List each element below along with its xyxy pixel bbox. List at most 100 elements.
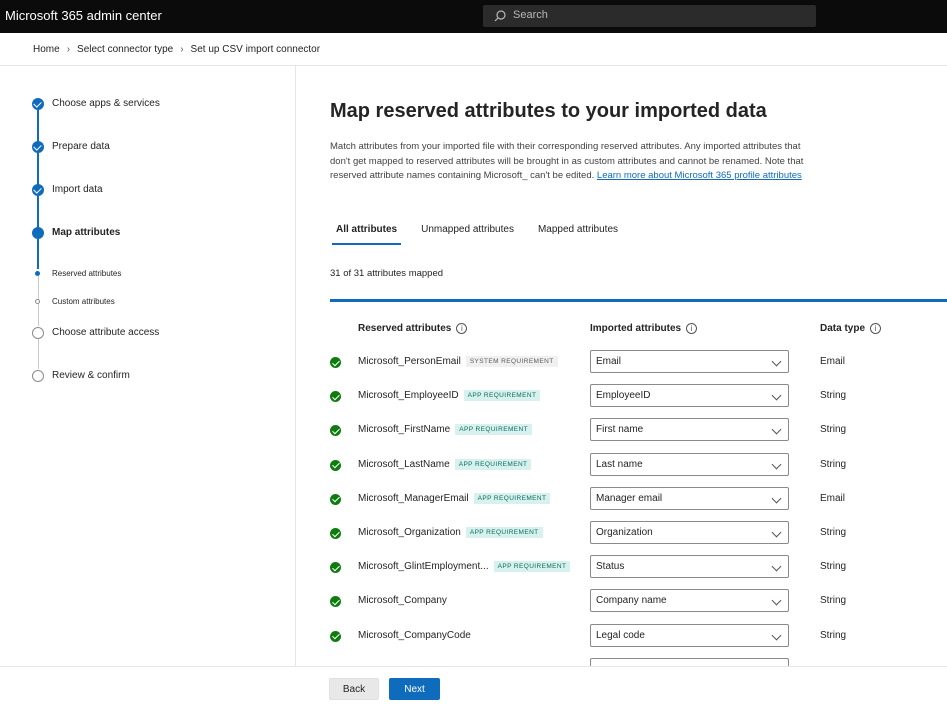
data-type: String [820, 629, 847, 641]
mapped-check-icon [330, 459, 341, 471]
imported-attribute-select[interactable]: Email [590, 350, 789, 373]
info-icon[interactable]: i [686, 323, 698, 334]
reserved-attribute: Microsoft_EmployeeID APP REQUIREMENT [358, 390, 541, 402]
step-connector [37, 153, 39, 185]
chevron-down-icon [771, 459, 782, 470]
current-step-icon [32, 227, 44, 239]
table-row: Microsoft_PersonEmail SYSTEM REQUIREMENT E… [296, 346, 947, 380]
data-type: String [820, 458, 847, 470]
mapped-check-icon [330, 357, 341, 368]
table-row: Microsoft_Organization APP REQUIREMENT Org… [296, 517, 947, 551]
column-header-label: Data type [820, 323, 866, 334]
imported-attribute-select[interactable]: First name [590, 418, 789, 442]
chevron-down-icon [771, 561, 782, 572]
reserved-attribute: Microsoft_FirstName APP REQUIREMENT [358, 424, 532, 436]
reserved-attribute: Microsoft_Organization APP REQUIREMENT [358, 527, 543, 538]
requirement-badge: APP REQUIREMENT [473, 492, 551, 504]
search-icon [494, 10, 506, 22]
step-connector [37, 196, 39, 228]
breadcrumb-select-connector[interactable]: Select connector type [77, 44, 173, 55]
mapped-check-icon [330, 528, 341, 539]
data-type: String [820, 390, 847, 402]
chevron-right-icon: › [180, 44, 184, 55]
column-header-reserved[interactable]: Reserved attributes i [358, 323, 468, 334]
requirement-badge: APP REQUIREMENT [463, 390, 541, 402]
reserved-attribute-name: Microsoft_ManagerEmail [358, 492, 469, 504]
table-row: Microsoft_ManagerEmail APP REQUIREMENT Man… [296, 483, 947, 517]
next-button[interactable]: Next [389, 678, 440, 700]
select-value: Organization [596, 527, 653, 538]
app-title[interactable]: Microsoft 365 admin center [5, 8, 162, 23]
mapped-count: 31 of 31 attributes mapped [330, 268, 444, 279]
breadcrumb-home[interactable]: Home [33, 44, 60, 55]
requirement-badge: APP REQUIREMENT [455, 424, 532, 436]
step-connector [38, 339, 39, 369]
step-label: Import data [52, 184, 103, 195]
attribute-tabs: All attributes Unmapped attributes Mappe… [330, 224, 636, 245]
table-row: Microsoft_Company Company name String [296, 585, 947, 619]
reserved-attribute-name: Microsoft_Company [358, 595, 447, 607]
info-icon[interactable]: i [870, 323, 882, 334]
requirement-badge: SYSTEM REQUIREMENT [465, 356, 558, 367]
page-title: Map reserved attributes to your imported… [330, 100, 767, 122]
reserved-attribute: Microsoft_GlintEmployment... APP REQUIREM… [358, 561, 571, 573]
search-input[interactable]: Search [513, 9, 548, 21]
empty-circle-icon [32, 327, 44, 339]
mapped-check-icon [330, 562, 341, 574]
data-type: String [820, 595, 847, 607]
imported-attribute-select[interactable]: Manager email [590, 486, 789, 510]
step-connector [38, 304, 39, 326]
chevron-down-icon [771, 390, 782, 401]
mapped-check-icon [330, 630, 341, 642]
tab-unmapped-attributes[interactable]: Unmapped attributes [415, 224, 514, 241]
reserved-attribute: Microsoft_PersonEmail SYSTEM REQUIREMENT [358, 356, 558, 367]
data-type: Email [820, 492, 846, 504]
reserved-attribute-name: Microsoft_FirstName [358, 424, 451, 436]
reserved-attribute-name: Microsoft_CompanyCode [358, 629, 471, 641]
mapped-check-icon [330, 391, 341, 403]
column-header-imported[interactable]: Imported attributes i [590, 323, 698, 334]
checkmark-icon [32, 184, 44, 196]
imported-attribute-select[interactable]: Legal code [590, 623, 789, 647]
chevron-down-icon [771, 527, 782, 538]
table-row: Microsoft_FirstName APP REQUIREMENT First … [296, 414, 947, 448]
reserved-attribute: Microsoft_LastName APP REQUIREMENT [358, 458, 532, 470]
substep-reserved-attributes[interactable]: Reserved attributes [52, 269, 121, 278]
column-header-type[interactable]: Data type i [820, 323, 882, 334]
empty-circle-icon [32, 370, 44, 382]
step-connector [37, 110, 39, 142]
select-value: Manager email [596, 492, 663, 504]
imported-attribute-select[interactable]: Last name [590, 452, 789, 476]
imported-attribute-select[interactable]: Organization [590, 521, 789, 544]
reserved-attribute: Microsoft_ManagerEmail APP REQUIREMENT [358, 492, 551, 504]
imported-attribute-select[interactable]: Company name [590, 589, 789, 613]
imported-attribute-select[interactable]: Status [590, 555, 789, 579]
search-box[interactable]: Search [483, 5, 816, 27]
step-label: Choose attribute access [52, 327, 160, 338]
step-label: Review & confirm [52, 370, 130, 381]
mapped-check-icon [330, 596, 341, 608]
chevron-down-icon [771, 424, 782, 435]
step-connector [37, 239, 39, 269]
tab-mapped-attributes[interactable]: Mapped attributes [532, 224, 618, 241]
chevron-down-icon [771, 356, 782, 367]
step-label: Choose apps & services [52, 98, 160, 109]
substep-dot-icon [35, 271, 40, 276]
wizard-footer: Back Next [0, 666, 947, 705]
checkmark-icon [32, 141, 44, 153]
chevron-down-icon [771, 630, 782, 641]
data-type: Email [820, 356, 846, 367]
column-header-label: Reserved attributes [358, 323, 452, 334]
reserved-attribute-name: Microsoft_Organization [358, 527, 461, 538]
tab-all-attributes[interactable]: All attributes [330, 224, 402, 245]
substep-custom-attributes[interactable]: Custom attributes [52, 297, 115, 306]
info-icon[interactable]: i [456, 323, 468, 334]
back-button[interactable]: Back [329, 678, 379, 700]
step-label: Map attributes [52, 227, 121, 238]
imported-attribute-select[interactable]: EmployeeID [590, 384, 789, 408]
table-row: Microsoft_CompanyCode Legal code String [296, 620, 947, 654]
select-value: Status [596, 561, 625, 573]
requirement-badge: APP REQUIREMENT [465, 527, 543, 538]
learn-more-link[interactable]: Learn more about Microsoft 365 profile a… [597, 170, 802, 181]
checkmark-icon [32, 98, 44, 110]
